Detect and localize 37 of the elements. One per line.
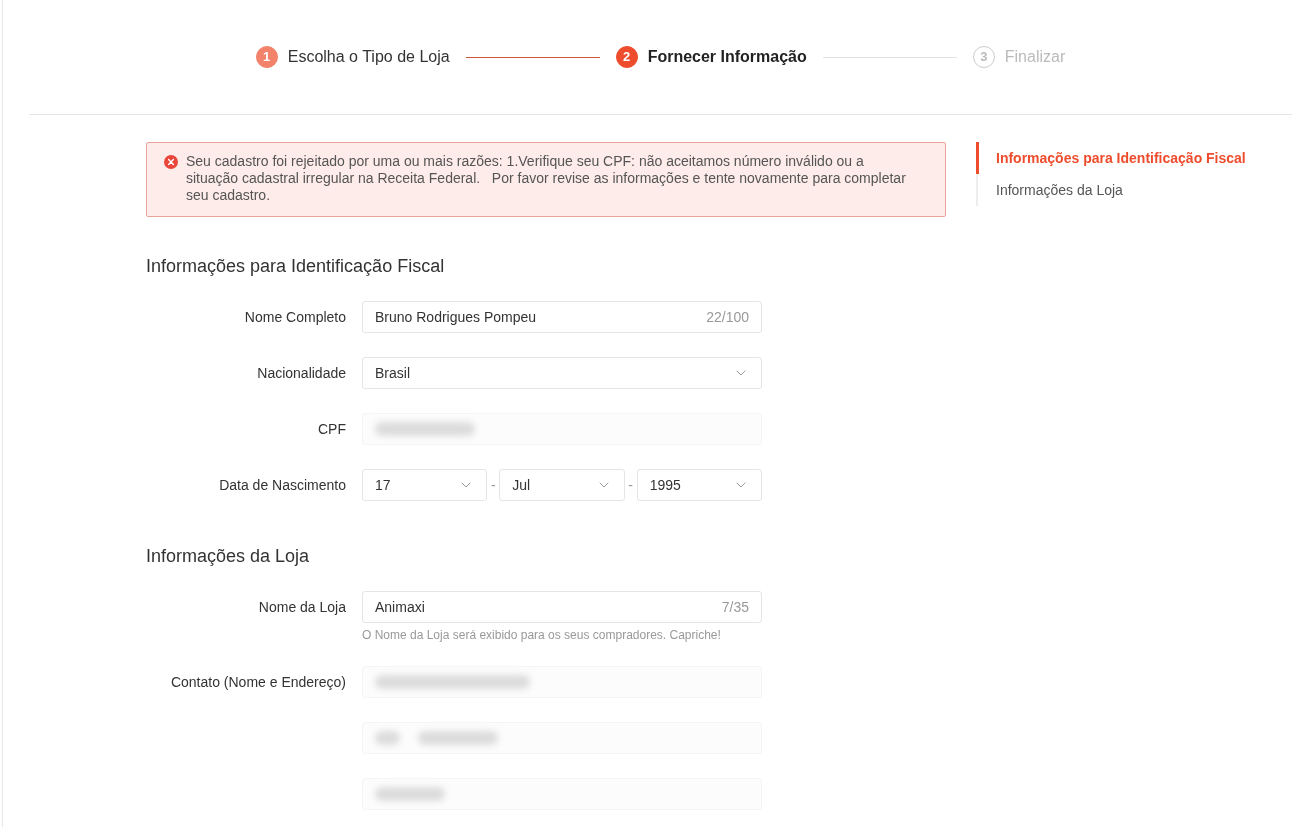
step-label: Finalizar bbox=[1004, 47, 1066, 67]
error-icon bbox=[164, 155, 178, 169]
step-number: 2 bbox=[615, 46, 638, 68]
step-label: Fornecer Informação bbox=[647, 47, 807, 67]
step-label: Escolha o Tipo de Loja bbox=[287, 47, 450, 67]
blurred-input-field[interactable] bbox=[362, 778, 762, 810]
input-field[interactable]: Bruno Rodrigues Pompeu 22/100 bbox=[362, 301, 762, 333]
field-label: CPF bbox=[318, 419, 346, 439]
step-number: 1 bbox=[255, 46, 278, 68]
character-counter: 7/35 bbox=[721, 597, 749, 617]
field-hint: O Nome da Loja será exibido para os seus compradores. Capriche! bbox=[362, 628, 722, 642]
field-label: Contato (Nome e Endereço) bbox=[170, 672, 346, 692]
field-label: Nome Completo bbox=[244, 307, 346, 327]
alert-message: Seu cadastro foi rejeitado por uma ou mais razões: 1.Verifique seu CPF: não aceitamos número inválido ou a situação cadastral irregular na Receita Federal. Por favor revise as informações e tente novamente para completar seu cadastro. bbox=[186, 153, 907, 204]
blurred-input-field[interactable] bbox=[362, 413, 762, 445]
field-value: Animaxi bbox=[375, 597, 426, 617]
blurred-input-field[interactable] bbox=[362, 722, 762, 754]
field-label: Nome da Loja bbox=[258, 597, 346, 617]
field-label: Nacionalidade bbox=[257, 363, 346, 383]
section-nav-link[interactable]: Informações para Identificação Fiscal bbox=[976, 142, 1292, 174]
section-nav-link[interactable]: Informações da Loja bbox=[976, 174, 1292, 206]
section-title: Informações para Identificação Fiscal bbox=[146, 255, 446, 277]
blurred-value bbox=[375, 731, 400, 745]
date-separator: - bbox=[490, 475, 497, 495]
select-field[interactable]: Brasil bbox=[362, 357, 762, 389]
date-separator: - bbox=[627, 475, 634, 495]
select-field[interactable]: Jul bbox=[499, 469, 625, 501]
field-label: Data de Nascimento bbox=[219, 475, 346, 495]
select-field[interactable]: 1995 bbox=[636, 469, 762, 501]
step-number: 3 bbox=[972, 46, 995, 68]
character-counter: 22/100 bbox=[706, 307, 749, 327]
section-title: Informações da Loja bbox=[146, 545, 311, 567]
field-value: Bruno Rodrigues Pompeu bbox=[375, 307, 538, 327]
blurred-value bbox=[375, 787, 445, 801]
input-field[interactable]: Animaxi 7/35 bbox=[362, 591, 762, 623]
blurred-input-field[interactable] bbox=[362, 666, 762, 698]
select-field[interactable]: 17 bbox=[362, 469, 488, 501]
